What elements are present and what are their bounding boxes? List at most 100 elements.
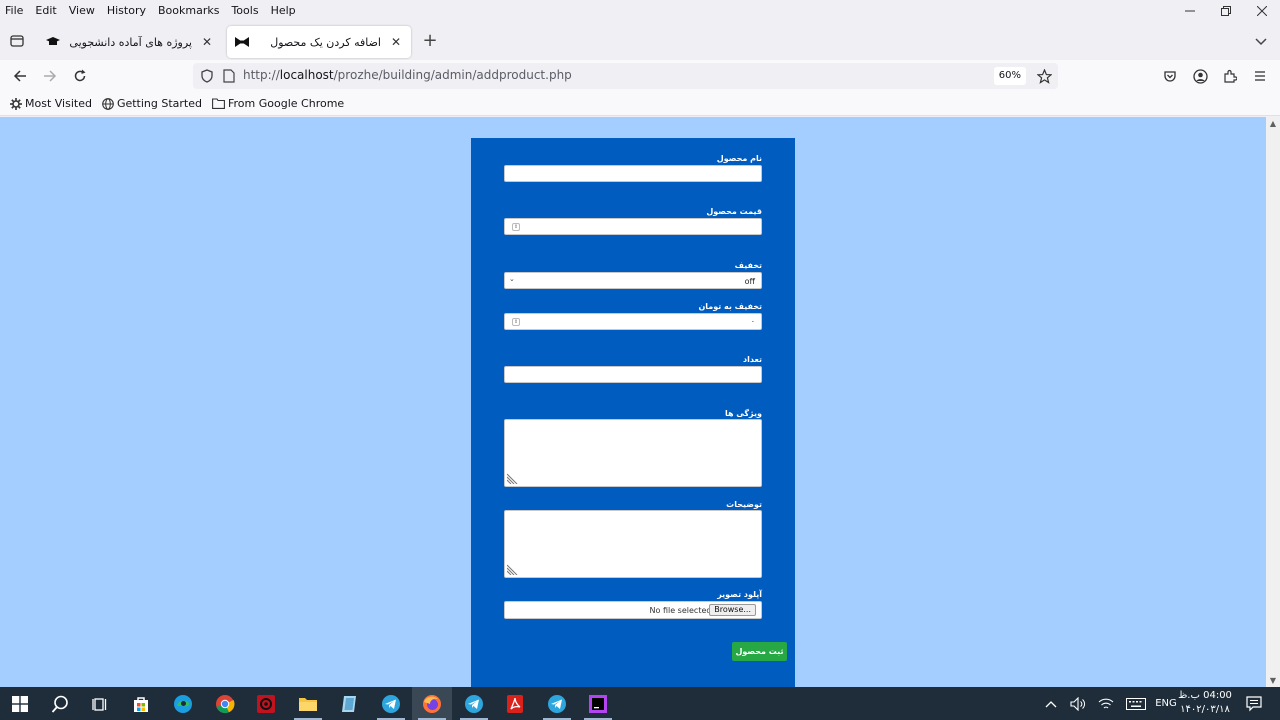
menu-help[interactable]: Help (265, 4, 302, 17)
arrow-right-icon (44, 70, 57, 82)
acrobat-button[interactable] (495, 687, 535, 720)
chrome-button[interactable] (205, 687, 245, 720)
zoom-level-badge[interactable]: 60% (993, 67, 1026, 85)
discount-amount-input[interactable]: ⇕ ۰ (504, 313, 762, 330)
app-red-button[interactable] (246, 687, 286, 720)
product-name-label: نام محصول (716, 154, 762, 163)
pocket-button[interactable] (1160, 66, 1180, 86)
discount-select[interactable]: ⌄ off (504, 272, 762, 289)
bookmark-label: Getting Started (116, 97, 202, 110)
menu-bookmarks[interactable]: Bookmarks (152, 4, 225, 17)
quantity-label: تعداد (743, 355, 762, 364)
page-icon[interactable] (221, 68, 237, 84)
tab-list-button[interactable] (1254, 34, 1270, 50)
clock-time: 04:00 ب.ظ (1178, 690, 1232, 701)
account-button[interactable] (1190, 66, 1210, 86)
upload-image-label: آپلود تصویر (717, 590, 762, 599)
clock[interactable]: 04:00 ب.ظ ۱۴۰۲/۰۳/۱۸ (1170, 689, 1240, 717)
restore-icon (1221, 6, 1231, 16)
scroll-up-icon[interactable]: ▲ (1269, 119, 1277, 128)
restore-button[interactable] (1208, 0, 1244, 22)
folder-icon (299, 697, 317, 711)
bookmarks-toolbar: Most Visited Getting Started From Google… (0, 92, 1280, 116)
shield-icon[interactable] (199, 68, 215, 84)
tab-student-projects[interactable]: پروژه های آماده دانشجویی ✕ (38, 26, 222, 58)
quantity-input[interactable] (504, 366, 762, 383)
volume-button[interactable] (1066, 687, 1090, 720)
clock-date: ۱۴۰۲/۰۳/۱۸ (1180, 704, 1230, 715)
description-textarea[interactable] (504, 510, 762, 578)
description-label: توضیحات (726, 500, 762, 509)
network-button[interactable] (1094, 687, 1118, 720)
account-icon (1192, 68, 1208, 84)
url-text[interactable]: http://localhost/prozhe/building/admin/a… (243, 68, 572, 82)
show-hidden-icons-button[interactable] (1040, 687, 1062, 720)
touch-keyboard-button[interactable] (1122, 687, 1150, 720)
file-explorer-button[interactable] (288, 687, 328, 720)
task-view-button[interactable] (80, 687, 120, 720)
telegram-button-2[interactable] (454, 687, 494, 720)
bookmark-label: Most Visited (25, 97, 92, 110)
menu-tools[interactable]: Tools (225, 4, 264, 17)
scroll-down-icon[interactable]: ▼ (1269, 676, 1277, 685)
telegram-button-1[interactable] (371, 687, 411, 720)
tab-close-button[interactable]: ✕ (200, 35, 214, 49)
features-textarea[interactable] (504, 419, 762, 487)
forward-button[interactable] (40, 66, 60, 86)
chevron-down-icon: ⌄ (509, 275, 515, 283)
notebook-icon (342, 695, 356, 712)
url-bar[interactable]: http://localhost/prozhe/building/admin/a… (193, 63, 1058, 89)
navigation-bar: http://localhost/prozhe/building/admin/a… (0, 60, 1280, 92)
image-file-input[interactable]: No file selected. Browse... (504, 601, 762, 619)
chevron-up-icon (1045, 700, 1057, 707)
start-button[interactable] (0, 687, 40, 720)
firefox-view-button[interactable] (6, 30, 28, 52)
bowtie-icon (235, 35, 249, 49)
windows-taskbar: ENG 04:00 ب.ظ ۱۴۰۲/۰۳/۱۸ (0, 687, 1280, 720)
file-status-text: No file selected. (649, 606, 714, 615)
star-icon[interactable] (1036, 68, 1052, 84)
tab-close-button[interactable]: ✕ (389, 35, 403, 49)
firefox-button[interactable] (412, 687, 452, 720)
close-window-button[interactable] (1244, 0, 1280, 22)
submit-product-button[interactable]: ثبت محصول (732, 642, 787, 661)
new-tab-button[interactable]: + (420, 32, 440, 52)
edge-icon (174, 694, 192, 713)
product-name-input[interactable] (504, 165, 762, 182)
app-menu-button[interactable] (1250, 66, 1270, 86)
telegram-icon (382, 694, 400, 713)
product-price-label: قیمت محصول (706, 207, 762, 216)
extensions-button[interactable] (1220, 66, 1240, 86)
tab-strip: پروژه های آماده دانشجویی ✕ اضافه کردن یک… (0, 22, 1280, 60)
bookmark-folder-from-google-chrome[interactable]: From Google Chrome (212, 97, 344, 110)
telegram-icon (465, 694, 483, 713)
notes-app-button[interactable] (329, 687, 369, 720)
reload-button[interactable] (70, 66, 90, 86)
telegram-button-3[interactable] (537, 687, 577, 720)
browse-button[interactable]: Browse... (709, 604, 756, 616)
page-scrollbar[interactable]: ▲ ▼ (1266, 117, 1280, 687)
menu-bar: File Edit View History Bookmarks Tools H… (0, 0, 1280, 20)
microsoft-store-button[interactable] (121, 687, 161, 720)
product-price-input[interactable]: ⇕ (504, 218, 762, 235)
scroll-thumb[interactable] (1268, 135, 1278, 175)
bookmark-getting-started[interactable]: Getting Started (102, 97, 202, 110)
notifications-button[interactable] (1240, 687, 1268, 720)
globe-icon (102, 97, 114, 110)
menu-file[interactable]: File (0, 4, 29, 17)
resize-grip-icon[interactable] (507, 564, 518, 575)
number-spinner-icon[interactable]: ⇕ (512, 223, 520, 231)
phpstorm-button[interactable] (578, 687, 618, 720)
red-app-icon (257, 694, 275, 713)
resize-grip-icon[interactable] (507, 473, 518, 484)
tab-add-product[interactable]: اضافه کردن یک محصول ✕ (227, 26, 411, 58)
search-button[interactable] (40, 687, 80, 720)
menu-view[interactable]: View (63, 4, 101, 17)
bookmark-most-visited[interactable]: Most Visited (10, 97, 92, 110)
menu-edit[interactable]: Edit (29, 4, 62, 17)
edge-browser-button[interactable] (163, 687, 203, 720)
number-spinner-icon[interactable]: ⇕ (512, 318, 520, 326)
minimize-button[interactable] (1172, 0, 1208, 22)
back-button[interactable] (10, 66, 30, 86)
menu-history[interactable]: History (101, 4, 152, 17)
